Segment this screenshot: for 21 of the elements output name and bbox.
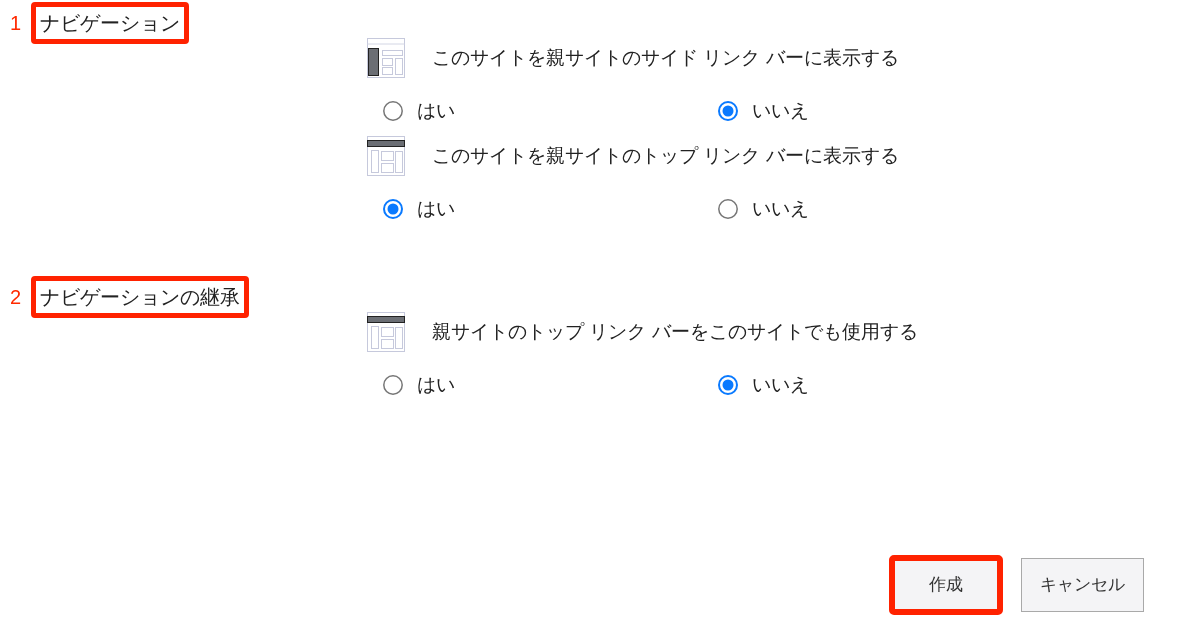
callout-number: 1 xyxy=(9,11,23,36)
radio-button[interactable] xyxy=(718,199,738,219)
radio-label: はい xyxy=(417,199,455,219)
setting-label: 親サイトのトップ リンク バーをこのサイトでも使用する xyxy=(432,320,918,344)
section-heading: ナビゲーション xyxy=(31,2,189,44)
section-heading: ナビゲーションの継承 xyxy=(31,276,249,318)
callout-number: 2 xyxy=(9,285,23,310)
radio-button[interactable] xyxy=(383,199,403,219)
dialog-button[interactable]: 作成 xyxy=(889,555,1003,615)
radio-label: いいえ xyxy=(752,101,809,121)
radio-label: いいえ xyxy=(752,375,809,395)
setting-label: このサイトを親サイトのトップ リンク バーに表示する xyxy=(432,144,899,168)
radio-button[interactable] xyxy=(383,101,403,121)
radio-label: はい xyxy=(417,375,455,395)
dialog-button[interactable]: キャンセル xyxy=(1021,558,1144,612)
radio-label: いいえ xyxy=(752,199,809,219)
radio-button[interactable] xyxy=(718,101,738,121)
radio-label: はい xyxy=(417,101,455,121)
setting-label: このサイトを親サイトのサイド リンク バーに表示する xyxy=(432,46,899,70)
radio-button[interactable] xyxy=(718,375,738,395)
radio-button[interactable] xyxy=(383,375,403,395)
